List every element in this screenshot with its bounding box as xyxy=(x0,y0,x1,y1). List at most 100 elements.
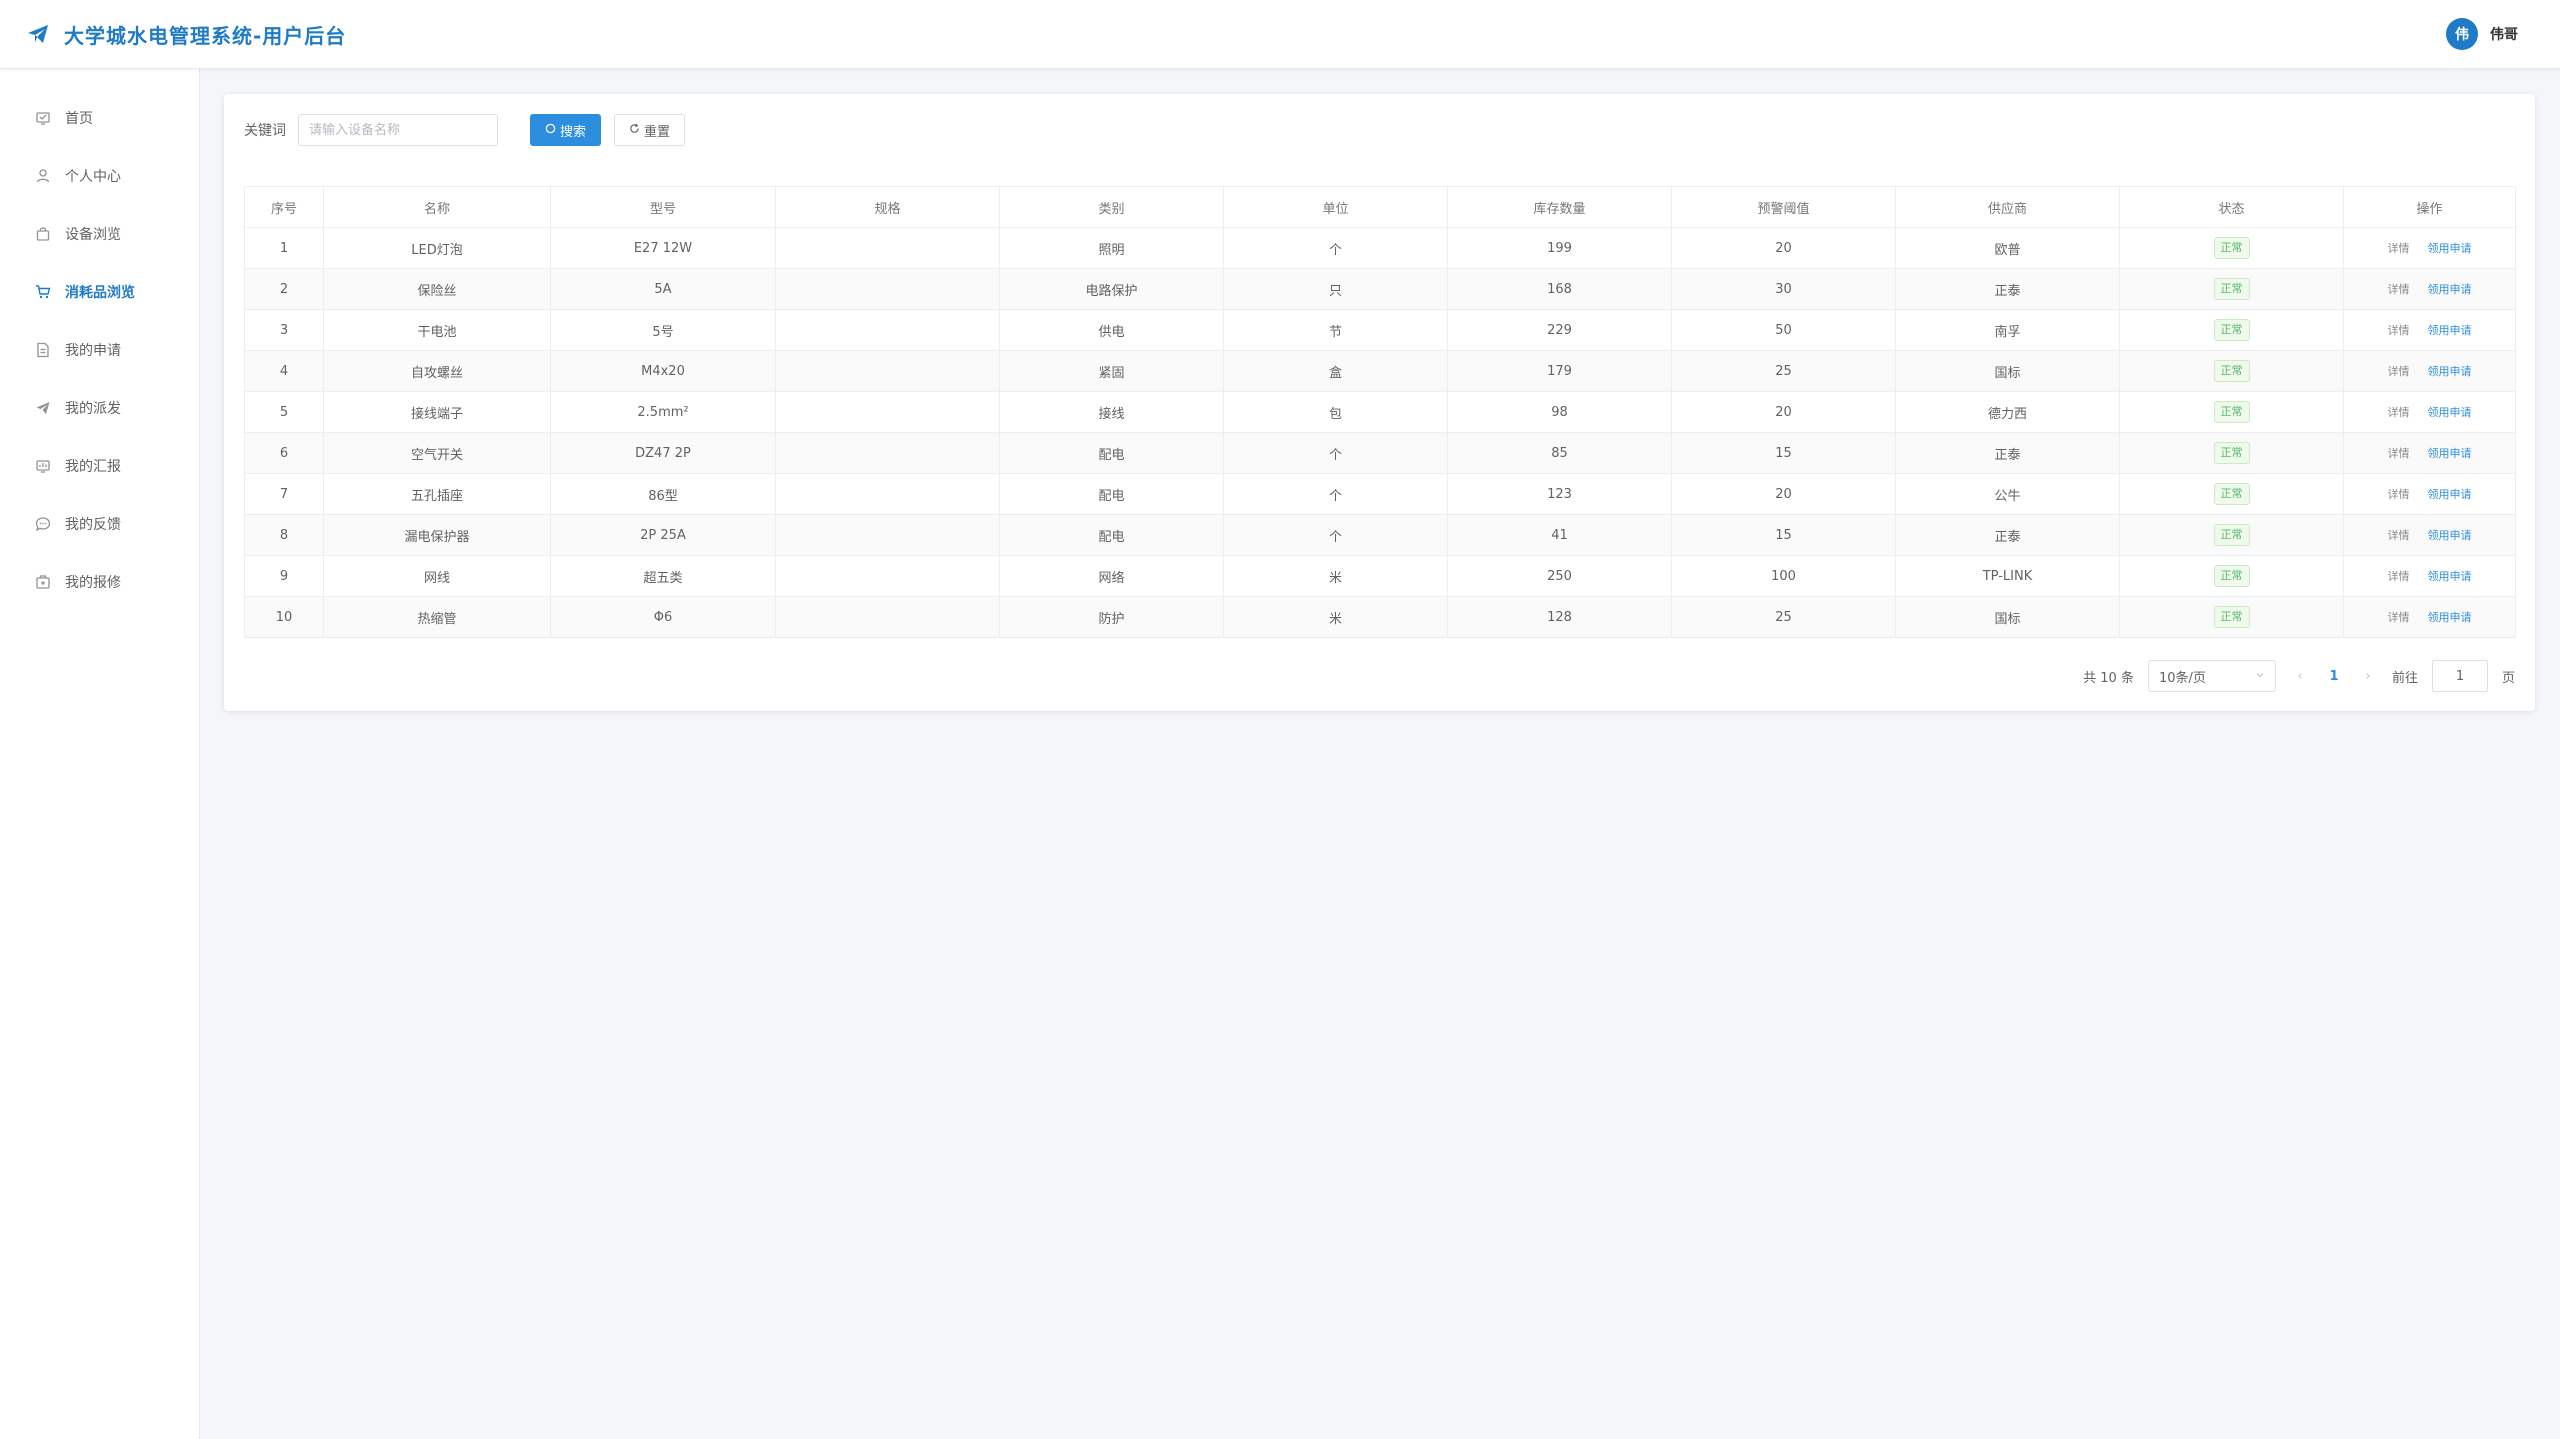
sidebar-item-dispatch[interactable]: 我的派发 xyxy=(0,379,199,437)
cell-threshold: 25 xyxy=(1671,596,1896,638)
cell-name: 网线 xyxy=(323,555,551,597)
apply-link[interactable]: 领用申请 xyxy=(2428,611,2472,624)
page-number-1[interactable]: 1 xyxy=(2324,669,2344,684)
status-badge: 正常 xyxy=(2213,606,2250,628)
keyword-label: 关键词 xyxy=(244,123,286,139)
detail-link[interactable]: 详情 xyxy=(2388,447,2410,460)
detail-link[interactable]: 详情 xyxy=(2388,365,2410,378)
sidebar-item-repairs[interactable]: 我的报修 xyxy=(0,553,199,611)
cell-no: 3 xyxy=(244,309,324,351)
sidebar-item-profile[interactable]: 个人中心 xyxy=(0,147,199,205)
apply-link[interactable]: 领用申请 xyxy=(2428,242,2472,255)
column-header: 型号 xyxy=(550,186,776,228)
sidebar-item-label: 我的汇报 xyxy=(65,459,121,475)
status-badge: 正常 xyxy=(2213,483,2250,505)
prev-page-button[interactable]: ‹ xyxy=(2290,669,2310,684)
sidebar-item-reports[interactable]: 我的汇报 xyxy=(0,437,199,495)
cell-supplier: 德力西 xyxy=(1895,391,2120,433)
username[interactable]: 伟哥 xyxy=(2490,24,2518,44)
reset-button[interactable]: 重置 xyxy=(614,114,686,146)
apply-link[interactable]: 领用申请 xyxy=(2428,283,2472,296)
cell-threshold: 15 xyxy=(1671,514,1896,556)
page-size-select[interactable]: 10条/页 xyxy=(2147,660,2276,692)
detail-link[interactable]: 详情 xyxy=(2388,611,2410,624)
sidebar-item-label: 消耗品浏览 xyxy=(65,285,135,301)
cell-category: 配电 xyxy=(999,473,1224,515)
repair-icon xyxy=(34,574,51,591)
table-row: 3 干电池 5号 供电节 229 50 南孚 正常 详情 领用申请 xyxy=(244,309,2516,351)
sidebar-item-consumables[interactable]: 消耗品浏览 xyxy=(0,263,199,321)
cell-actions: 详情 领用申请 xyxy=(2343,350,2516,392)
status-badge: 正常 xyxy=(2213,442,2250,464)
apply-link[interactable]: 领用申请 xyxy=(2428,488,2472,501)
goto-page-input[interactable] xyxy=(2431,660,2488,692)
column-header: 预警阈值 xyxy=(1671,186,1896,228)
sidebar-item-feedback[interactable]: 我的反馈 xyxy=(0,495,199,553)
cell-name: 接线端子 xyxy=(323,391,551,433)
cell-spec xyxy=(775,391,1000,433)
cell-unit: 包 xyxy=(1223,391,1448,433)
cell-stock: 128 xyxy=(1447,596,1672,638)
sidebar-item-home[interactable]: 首页 xyxy=(0,89,199,147)
search-button[interactable]: 搜索 xyxy=(530,114,602,146)
cell-model: 86型 xyxy=(550,473,776,515)
cell-model: E27 12W xyxy=(550,227,776,269)
apply-link[interactable]: 领用申请 xyxy=(2428,324,2472,337)
detail-link[interactable]: 详情 xyxy=(2388,570,2410,583)
cell-unit: 只 xyxy=(1223,268,1448,310)
apply-link[interactable]: 领用申请 xyxy=(2428,365,2472,378)
keyword-input[interactable] xyxy=(298,114,498,146)
cell-unit: 米 xyxy=(1223,555,1448,597)
column-header: 操作 xyxy=(2343,186,2516,228)
table-row: 10 热缩管 Φ6 防护米 128 25 国标 正常 详情 领用申请 xyxy=(244,596,2516,638)
detail-link[interactable]: 详情 xyxy=(2388,529,2410,542)
detail-link[interactable]: 详情 xyxy=(2388,242,2410,255)
cell-status: 正常 xyxy=(2119,350,2344,392)
cell-name: LED灯泡 xyxy=(323,227,551,269)
cell-stock: 199 xyxy=(1447,227,1672,269)
cell-no: 10 xyxy=(244,596,324,638)
detail-link[interactable]: 详情 xyxy=(2388,406,2410,419)
detail-link[interactable]: 详情 xyxy=(2388,324,2410,337)
sidebar-item-devices[interactable]: 设备浏览 xyxy=(0,205,199,263)
cell-spec xyxy=(775,555,1000,597)
bag-icon xyxy=(34,226,51,243)
cell-spec xyxy=(775,227,1000,269)
cell-category: 照明 xyxy=(999,227,1224,269)
sidebar-item-applications[interactable]: 我的申请 xyxy=(0,321,199,379)
column-header: 状态 xyxy=(2119,186,2344,228)
cell-unit: 个 xyxy=(1223,432,1448,474)
status-badge: 正常 xyxy=(2213,278,2250,300)
content-card: 关键词 搜索 重置 序号 xyxy=(224,94,2535,711)
cell-no: 8 xyxy=(244,514,324,556)
page-size-value: 10条/页 xyxy=(2158,670,2206,686)
cell-supplier: TP-LINK xyxy=(1895,555,2120,597)
cell-threshold: 15 xyxy=(1671,432,1896,474)
apply-link[interactable]: 领用申请 xyxy=(2428,406,2472,419)
sidebar-item-label: 个人中心 xyxy=(65,169,121,185)
apply-link[interactable]: 领用申请 xyxy=(2428,529,2472,542)
cell-unit: 盒 xyxy=(1223,350,1448,392)
avatar[interactable]: 伟 xyxy=(2446,18,2478,50)
search-button-label: 搜索 xyxy=(560,124,587,140)
sidebar-item-label: 我的申请 xyxy=(65,343,121,359)
apply-link[interactable]: 领用申请 xyxy=(2428,570,2472,583)
user-menu[interactable]: 伟 伟哥 xyxy=(2446,18,2518,50)
cell-threshold: 20 xyxy=(1671,391,1896,433)
table-header-row: 序号 名称 型号 规格 类别 单位 库存数量 预警阈值 供应商 状态 操作 xyxy=(244,186,2516,228)
cell-no: 7 xyxy=(244,473,324,515)
cell-name: 五孔插座 xyxy=(323,473,551,515)
table-row: 9 网线 超五类 网络米 250 100 TP-LINK 正常 详情 领用申请 xyxy=(244,555,2516,597)
detail-link[interactable]: 详情 xyxy=(2388,283,2410,296)
column-header: 供应商 xyxy=(1895,186,2120,228)
cell-model: 2.5mm² xyxy=(550,391,776,433)
cell-threshold: 100 xyxy=(1671,555,1896,597)
status-badge: 正常 xyxy=(2213,319,2250,341)
detail-link[interactable]: 详情 xyxy=(2388,488,2410,501)
next-page-button[interactable]: › xyxy=(2358,669,2378,684)
apply-link[interactable]: 领用申请 xyxy=(2428,447,2472,460)
cell-model: 5号 xyxy=(550,309,776,351)
sidebar-item-label: 首页 xyxy=(65,111,93,127)
chat-icon xyxy=(34,516,51,533)
table-row: 6 空气开关 DZ47 2P 配电个 85 15 正泰 正常 详情 领用申请 xyxy=(244,432,2516,474)
